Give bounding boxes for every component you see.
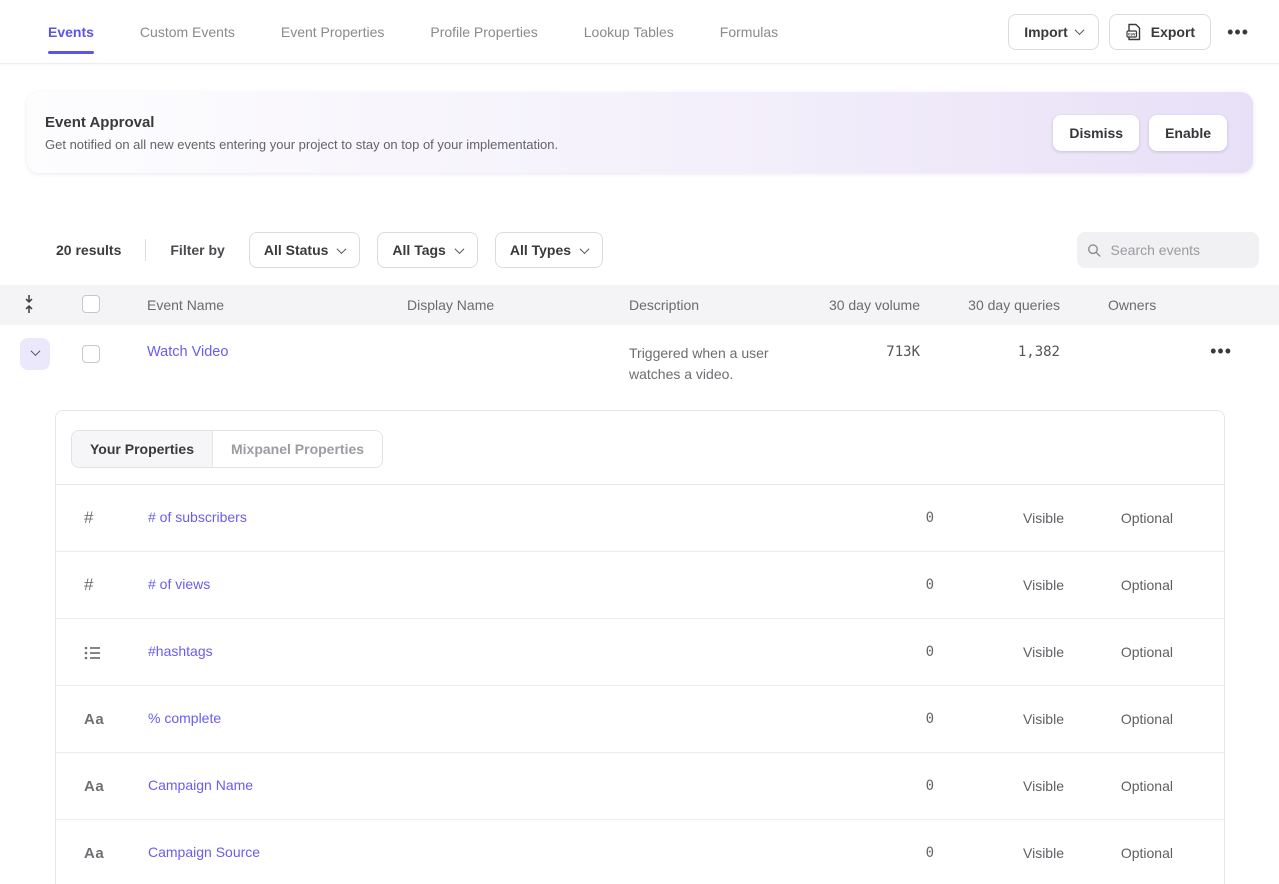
banner-subtitle: Get notified on all new events entering …	[45, 137, 558, 152]
row-more-button[interactable]: •••	[1204, 338, 1238, 364]
property-requirement: Optional	[1064, 778, 1173, 794]
property-volume: 0	[834, 577, 934, 593]
status-filter-label: All Status	[264, 242, 329, 258]
event-name-link[interactable]: Watch Video	[147, 344, 228, 360]
event-table-row: Watch Video Triggered when a user watche…	[0, 325, 1279, 410]
description-cell: Triggered when a user watches a video.	[598, 338, 789, 385]
property-visibility: Visible	[934, 845, 1064, 861]
properties-tab-group: Your Properties Mixpanel Properties	[71, 430, 383, 468]
tab-profile-properties[interactable]: Profile Properties	[430, 0, 537, 63]
column-event-name[interactable]: Event Name	[116, 297, 376, 313]
export-button[interactable]: csv Export	[1109, 14, 1211, 50]
tab-custom-events[interactable]: Custom Events	[140, 0, 235, 63]
property-requirement: Optional	[1064, 845, 1173, 861]
property-row: #hashtags 0 Visible Optional	[56, 619, 1224, 686]
column-30day-volume[interactable]: 30 day volume	[789, 297, 920, 313]
property-volume: 0	[834, 510, 934, 526]
import-button[interactable]: Import	[1008, 14, 1099, 50]
property-requirement: Optional	[1064, 644, 1173, 660]
nav-more-button[interactable]: •••	[1221, 19, 1255, 45]
import-button-label: Import	[1024, 24, 1068, 40]
property-visibility: Visible	[934, 510, 1064, 526]
column-owners[interactable]: Owners	[1060, 297, 1200, 313]
filter-toolbar: 20 results Filter by All Status All Tags…	[56, 232, 1259, 268]
property-visibility: Visible	[934, 644, 1064, 660]
table-header: Event Name Display Name Description 30 d…	[0, 285, 1279, 325]
text-icon: Aa	[56, 711, 148, 728]
property-requirement: Optional	[1064, 711, 1173, 727]
top-navigation: Events Custom Events Event Properties Pr…	[0, 0, 1279, 64]
event-approval-banner: Event Approval Get notified on all new e…	[27, 92, 1253, 173]
volume-cell: 713K	[789, 338, 920, 360]
property-row: Aa Campaign Source 0 Visible Optional	[56, 820, 1224, 884]
property-name-link[interactable]: # of subscribers	[148, 509, 247, 525]
collapse-rows-icon	[22, 294, 36, 314]
column-description[interactable]: Description	[598, 297, 789, 313]
property-visibility: Visible	[934, 778, 1064, 794]
text-icon: Aa	[56, 845, 148, 862]
property-volume: 0	[834, 845, 934, 861]
tags-filter-label: All Tags	[392, 242, 445, 258]
property-requirement: Optional	[1064, 577, 1173, 593]
chevron-down-icon	[580, 244, 590, 254]
tab-events[interactable]: Events	[48, 0, 94, 63]
search-input[interactable]	[1111, 242, 1249, 258]
property-visibility: Visible	[934, 711, 1064, 727]
tab-lookup-tables[interactable]: Lookup Tables	[584, 0, 674, 63]
property-name-link[interactable]: # of views	[148, 576, 210, 592]
nav-tabs: Events Custom Events Event Properties Pr…	[48, 0, 778, 63]
queries-cell: 1,382	[920, 338, 1060, 360]
dismiss-button[interactable]: Dismiss	[1053, 115, 1139, 151]
search-box	[1077, 232, 1259, 268]
property-volume: 0	[834, 778, 934, 794]
collapse-row-button[interactable]	[20, 338, 50, 370]
property-row: Aa Campaign Name 0 Visible Optional	[56, 753, 1224, 820]
tags-filter-dropdown[interactable]: All Tags	[377, 232, 477, 268]
chevron-down-icon	[337, 244, 347, 254]
number-icon: #	[56, 575, 148, 595]
tab-event-properties[interactable]: Event Properties	[281, 0, 385, 63]
types-filter-label: All Types	[510, 242, 571, 258]
property-requirement: Optional	[1064, 510, 1173, 526]
property-row: # # of views 0 Visible Optional	[56, 552, 1224, 619]
property-volume: 0	[834, 644, 934, 660]
event-properties-panel: Your Properties Mixpanel Properties # # …	[55, 410, 1225, 884]
row-checkbox[interactable]	[82, 345, 100, 363]
chevron-down-icon	[1074, 25, 1084, 35]
status-filter-dropdown[interactable]: All Status	[249, 232, 361, 268]
property-name-link[interactable]: Campaign Name	[148, 777, 253, 793]
list-icon	[56, 645, 148, 660]
tab-formulas[interactable]: Formulas	[720, 0, 778, 63]
property-volume: 0	[834, 711, 934, 727]
column-30day-queries[interactable]: 30 day queries	[920, 297, 1060, 313]
chevron-down-icon	[30, 346, 40, 356]
property-row: # # of subscribers 0 Visible Optional	[56, 485, 1224, 552]
column-display-name[interactable]: Display Name	[376, 297, 598, 313]
property-visibility: Visible	[934, 577, 1064, 593]
property-name-link[interactable]: #hashtags	[148, 643, 213, 659]
tab-your-properties[interactable]: Your Properties	[72, 431, 212, 467]
divider	[145, 239, 146, 261]
collapse-all-button[interactable]	[20, 292, 38, 319]
chevron-down-icon	[454, 244, 464, 254]
property-name-link[interactable]: % complete	[148, 710, 221, 726]
number-icon: #	[56, 508, 148, 528]
tab-mixpanel-properties[interactable]: Mixpanel Properties	[212, 431, 382, 467]
select-all-checkbox[interactable]	[82, 295, 100, 313]
results-count: 20 results	[56, 242, 121, 258]
csv-file-icon: csv	[1125, 23, 1143, 41]
types-filter-dropdown[interactable]: All Types	[495, 232, 603, 268]
banner-title: Event Approval	[45, 114, 558, 131]
search-icon	[1087, 242, 1102, 259]
property-row: Aa % complete 0 Visible Optional	[56, 686, 1224, 753]
enable-button[interactable]: Enable	[1149, 115, 1227, 151]
filter-by-label: Filter by	[170, 242, 224, 258]
export-button-label: Export	[1151, 24, 1195, 40]
text-icon: Aa	[56, 778, 148, 795]
svg-text:csv: csv	[1128, 31, 1136, 36]
property-name-link[interactable]: Campaign Source	[148, 844, 260, 860]
